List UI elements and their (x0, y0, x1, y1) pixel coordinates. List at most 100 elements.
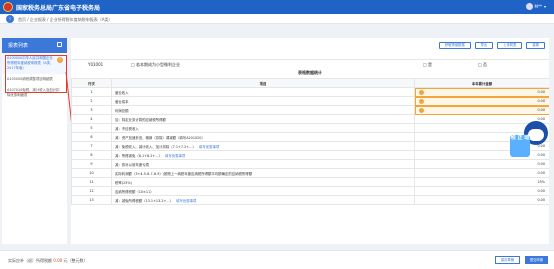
fill-preferential-link[interactable]: 填写优惠事项 (176, 199, 196, 203)
tax-bureau-logo-icon (3, 2, 13, 12)
tax-table: 行次 项目 本年累计金额 1 营业收入 0.00 2 营业成本 0.00 3 利润总额 0.00… (71, 78, 549, 205)
row-number: 4 (71, 114, 112, 124)
back-arrow-icon[interactable]: ‹ (6, 15, 14, 23)
row-item-label: 减：免税收入、减计收入、加计扣除（7.1+7.2+…） (115, 144, 196, 149)
row-item-label: 营业成本 (115, 99, 129, 104)
save-draft-button[interactable]: 保存草稿 (494, 256, 520, 264)
sidebar-title: 报表列表 (8, 43, 29, 49)
table-row: 4 加：特定业务计算的应纳税所得额 0.00 (71, 114, 549, 124)
row-item: 税率(25%) (111, 177, 415, 187)
row-number: 12 (71, 186, 112, 196)
collapse-icon[interactable] (57, 42, 62, 47)
row-number: 6 (71, 132, 112, 142)
table-row: 13 减：减免所得税额（13.1+13.2+…） 填写优惠事项 0.00 (71, 195, 549, 205)
amount-input[interactable]: 0.00 (414, 186, 549, 196)
section-title: 表格数据统计 (298, 70, 322, 75)
form-panel: 获取预缴数据 导出 上传附表 重置 Y01001 □ 若本期成为小型微利企业 □… (71, 38, 549, 244)
footer-unit: 元（整元数） (63, 258, 88, 263)
table-row: 6减：资产加速折旧、摊销（扣除）调减额（填写A201020）0.00 (71, 132, 549, 142)
yes-checkbox[interactable]: □ 是 (423, 62, 432, 68)
row-item: 加：特定业务计算的应纳税所得额 (111, 114, 415, 124)
amount-input[interactable]: 0.00 (414, 195, 549, 205)
mascot-face-icon (528, 129, 544, 141)
table-row: 9 减：弥补以前年度亏损 0.00 (71, 159, 549, 169)
small-enterprise-checkbox[interactable]: □ 若本期成为小型微利企业 (131, 62, 180, 68)
submit-button[interactable]: 提交申报 (524, 256, 548, 264)
row-item: 减：不征税收入 (111, 123, 415, 133)
table-header-row: 行次 项目 本年累计金额 (71, 78, 549, 88)
no-checkbox[interactable]: □ 否 (478, 62, 487, 68)
row-item-label: 减：资产加速折旧、摊销（扣除）调减额（填写A201020） (115, 135, 205, 140)
row-item: 营业收入 (111, 87, 415, 97)
row-number: 9 (71, 159, 112, 169)
row-number: 11 (71, 177, 112, 187)
table-row: 8 减：所得减免（8.1+8.2+…） 填写优惠事项 0.00 (71, 150, 549, 160)
row-number: 8 (71, 150, 112, 160)
row-item-label: 减：所得减免（8.1+8.2+…） (115, 153, 162, 158)
export-button[interactable]: 导出 (474, 42, 494, 49)
column-header: 行次 (71, 78, 112, 88)
row-item: 实际利润额（3+4-5-6-7-8-9）\按照上一纳税年度应纳税所得额平均额确定… (111, 168, 415, 178)
footer-bar: 实际应补（退）所得税额 0.00 元（整元数） 保存草稿 提交申报 (0, 250, 554, 269)
row-item-label: 营业收入 (115, 90, 129, 95)
row-item: 利润总额 (111, 105, 415, 115)
row-number: 5 (71, 123, 112, 133)
fetch-prepaid-data-button[interactable]: 获取预缴数据 (438, 42, 471, 49)
sidebar-header: 报表列表 (2, 38, 67, 53)
avatar (525, 3, 533, 10)
amount-input[interactable]: 0.00 (414, 168, 549, 178)
row-item-label: 税率(25%) (115, 180, 132, 185)
row-number: 10 (71, 168, 112, 178)
row-item-label: 利润总额 (115, 108, 129, 113)
row-item-label: 应纳所得税额（10×11） (115, 189, 154, 194)
row-item-label: 减：弥补以前年度亏损 (115, 162, 149, 167)
row-number: 2 (71, 96, 112, 106)
row-item: 减：减免所得税额（13.1+13.2+…） 填写优惠事项 (111, 195, 415, 205)
warning-icon (419, 99, 424, 104)
amount-input[interactable]: 0.00 (414, 105, 549, 115)
user-name: M** (534, 4, 542, 9)
fill-preferential-link[interactable]: 填写优惠事项 (199, 145, 219, 149)
column-header: 项目 (111, 78, 415, 88)
reset-button[interactable]: 重置 (526, 42, 545, 49)
amount-value: 0.00 (537, 171, 545, 175)
table-row: 10 实际利润额（3+4-5-6-7-8-9）\按照上一纳税年度应纳税所得额平均额… (71, 168, 549, 178)
breadcrumb-bar: ‹ 首页 / 企业报表 / 企业所得税年度纳税申报表（A类） (0, 14, 554, 24)
warning-icon (419, 90, 424, 95)
row-number: 1 (71, 87, 112, 97)
footer-label: 实际应补（退）所得税额 (8, 258, 52, 263)
amount-value: 0.00 (537, 189, 545, 193)
amount-value: 0.00 (537, 108, 545, 112)
amount-input[interactable]: 0.00 (414, 96, 549, 106)
row-item: 减：所得减免（8.1+8.2+…） 填写优惠事项 (111, 150, 415, 160)
form-code: Y01001 (88, 62, 104, 67)
mascot-badge: 税 正 动 (510, 135, 530, 157)
amount-value: 0.00 (537, 162, 545, 166)
app-title: 国家税务总局广东省电子税务局 (16, 5, 101, 12)
tax-mascot[interactable]: 税 正 动 (510, 121, 554, 161)
table-row: 5减：不征税收入0.00 (71, 123, 549, 133)
amount-value: 0.00 (537, 198, 545, 202)
table-row: 1 营业收入 0.00 (71, 87, 549, 97)
top-header: 国家税务总局广东省电子税务局 M** ▾ (0, 0, 554, 14)
user-menu[interactable]: M** ▾ (525, 3, 546, 10)
warning-icon (419, 108, 424, 113)
row-item: 应纳所得税额（10×11） (111, 186, 415, 196)
table-row: 11 税率(25%) 25% (71, 177, 549, 187)
chevron-down-icon: ▾ (543, 4, 546, 9)
row-number: 7 (71, 141, 112, 151)
amount-value: 0.00 (537, 99, 545, 103)
footer-amount: 0.00 (53, 258, 63, 263)
row-item: 减：弥补以前年度亏损 (111, 159, 415, 169)
row-item-label: 加：特定业务计算的应纳税所得额 (115, 117, 166, 122)
fill-preferential-link[interactable]: 填写优惠事项 (165, 154, 185, 158)
amount-input[interactable]: 0.00 (414, 87, 549, 97)
upload-attachment-button[interactable]: 上传附表 (497, 42, 523, 49)
row-item: 营业成本 (111, 96, 415, 106)
amount-input[interactable]: 25% (414, 177, 549, 187)
row-item: 减：免税收入、减计收入、加计扣除（7.1+7.2+…） 填写优惠事项 (111, 141, 415, 151)
amount-value: 0.00 (537, 90, 545, 94)
column-header: 本年累计金额 (414, 78, 549, 88)
breadcrumb: 首页 / 企业报表 / 企业所得税年度纳税申报表（A类） (18, 17, 113, 22)
table-row: 2 营业成本 0.00 (71, 96, 549, 106)
